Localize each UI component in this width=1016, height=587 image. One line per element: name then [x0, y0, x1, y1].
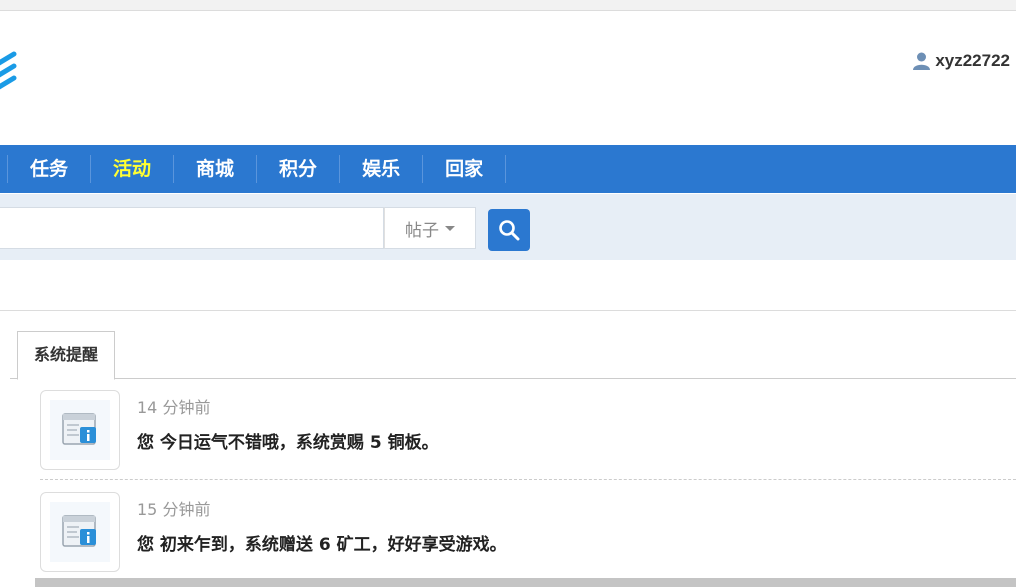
search-icon: [499, 220, 520, 241]
site-logo[interactable]: [0, 44, 20, 100]
notice-time: 15 分钟前: [137, 500, 211, 519]
notice-tabs: 系统提醒: [10, 330, 1016, 380]
nav-item-events[interactable]: 活动: [91, 155, 175, 183]
nav-item-mall[interactable]: 商城: [174, 155, 258, 183]
notice-message: 您 初来乍到，系统赠送 6 矿工，好好享受游戏。: [137, 535, 507, 555]
nav-item-entertainment[interactable]: 娱乐: [340, 155, 424, 183]
notice-thumbnail: [40, 492, 120, 572]
username[interactable]: xyz22722: [935, 51, 1010, 71]
nav-divider: [0, 155, 8, 183]
user-icon: [913, 52, 931, 70]
list-item: 15 分钟前 您 初来乍到，系统赠送 6 矿工，好好享受游戏。: [40, 486, 1016, 582]
search-button[interactable]: [488, 209, 530, 251]
info-window-icon: [62, 413, 96, 445]
caret-down-icon: [445, 225, 455, 231]
main-nav: 任务 活动 商城 积分 娱乐 回家: [0, 145, 1016, 193]
tab-system-notice[interactable]: 系统提醒: [17, 331, 116, 380]
section-divider: [0, 310, 1016, 311]
info-window-icon: [62, 515, 96, 547]
horizontal-scrollbar[interactable]: [35, 578, 1016, 587]
dashed-divider: [40, 479, 1016, 480]
browser-top-strip: [0, 0, 1016, 11]
search-type-select[interactable]: 帖子: [384, 207, 476, 249]
search-type-label: 帖子: [405, 220, 439, 241]
notice-thumbnail: [40, 390, 120, 470]
search-input[interactable]: [0, 207, 384, 249]
user-menu[interactable]: xyz22722: [913, 50, 1010, 72]
notice-time: 14 分钟前: [137, 398, 211, 417]
nav-item-home[interactable]: 回家: [423, 155, 507, 183]
search-bar: 帖子: [0, 194, 1016, 260]
list-item: 14 分钟前 您 今日运气不错哦，系统赏赐 5 铜板。: [40, 384, 1016, 480]
nav-item-tasks[interactable]: 任务: [8, 155, 92, 183]
notice-message: 您 今日运气不错哦，系统赏赐 5 铜板。: [137, 433, 439, 453]
nav-item-points[interactable]: 积分: [257, 155, 341, 183]
